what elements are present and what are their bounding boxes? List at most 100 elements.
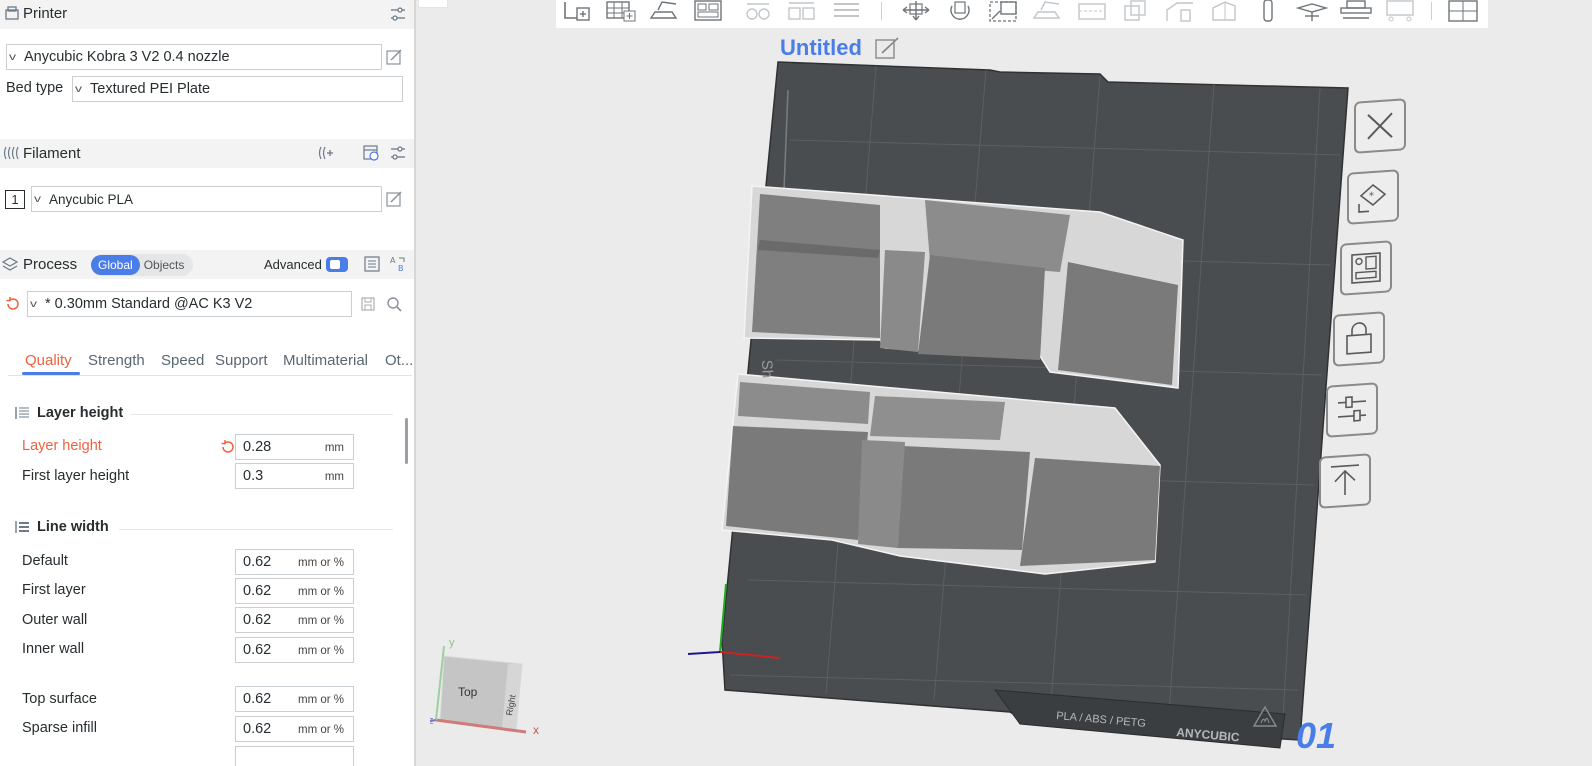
seam-paint-icon[interactable] xyxy=(1207,0,1241,22)
split-parts-icon[interactable] xyxy=(785,0,819,22)
next-row-field[interactable] xyxy=(235,746,354,766)
tab-support[interactable]: Support xyxy=(215,352,268,369)
close-icon xyxy=(1367,112,1393,140)
line-width-inner-wall-input[interactable] xyxy=(243,642,293,658)
lay-on-face-icon[interactable] xyxy=(1031,0,1065,22)
text-shape-icon[interactable] xyxy=(1251,0,1285,22)
split-objects-icon[interactable] xyxy=(741,0,775,22)
reset-value-icon[interactable] xyxy=(220,439,236,455)
tab-multimaterial[interactable]: Multimaterial xyxy=(283,352,368,369)
line-width-top-surface-field[interactable]: mm or % xyxy=(235,686,354,712)
scale-icon[interactable] xyxy=(987,0,1021,22)
scope-toggle[interactable]: Global Objects xyxy=(91,254,193,276)
support-paint-icon[interactable] xyxy=(1163,0,1197,22)
auto-orient-icon[interactable] xyxy=(648,0,682,22)
build-plate-scene[interactable]: PLA / ABS / PETG ANYCUBIC Sh xyxy=(418,28,1592,766)
layer-height-field[interactable]: mm xyxy=(235,434,354,460)
unit-label: mm or % xyxy=(298,615,344,627)
collapse-tab[interactable] xyxy=(418,0,448,8)
line-width-first-layer-field[interactable]: mm or % xyxy=(235,578,354,604)
printer-select[interactable]: v Anycubic Kobra 3 V2 0.4 nozzle xyxy=(6,44,382,70)
settings-tabs: Quality Strength Speed Support Multimate… xyxy=(0,350,414,376)
save-icon[interactable] xyxy=(360,296,376,312)
filament-select[interactable]: v Anycubic PLA xyxy=(31,186,382,212)
arrange-plate-button[interactable] xyxy=(1340,240,1392,296)
filament-section-header: Filament xyxy=(0,139,414,168)
plate-number[interactable]: 01 xyxy=(1296,715,1336,757)
navcube-top-label[interactable]: Top xyxy=(458,685,478,699)
first-layer-height-field[interactable]: mm xyxy=(235,463,354,489)
rotate-icon[interactable] xyxy=(943,0,977,22)
cut-icon[interactable] xyxy=(1075,0,1109,22)
line-width-outer-wall-label: Outer wall xyxy=(22,612,88,628)
layer-height-input[interactable] xyxy=(243,439,293,455)
plate-settings-button[interactable] xyxy=(1326,382,1378,438)
printer-settings-icon[interactable] xyxy=(389,5,407,23)
line-width-sparse-infill-field[interactable]: mm or % xyxy=(235,716,354,742)
group-layer-height: Layer height xyxy=(14,405,123,421)
assembly-icon[interactable] xyxy=(1339,0,1373,22)
multi-plate-icon[interactable] xyxy=(1446,0,1480,22)
z-axis-line xyxy=(687,651,721,655)
arrange-icon xyxy=(1351,252,1381,284)
tab-quality[interactable]: Quality xyxy=(25,352,72,369)
process-profile-select[interactable]: v * 0.30mm Standard @AC K3 V2 xyxy=(27,291,352,317)
line-width-inner-wall-field[interactable]: mm or % xyxy=(235,637,354,663)
project-title[interactable]: Untitled xyxy=(780,35,862,61)
filament-index-badge[interactable]: 1 xyxy=(5,190,25,209)
3d-viewport[interactable]: PLA / ABS / PETG ANYCUBIC Sh Top Right x… xyxy=(418,28,1592,766)
line-width-default-input[interactable] xyxy=(243,554,293,570)
line-width-default-label: Default xyxy=(22,553,68,569)
move-icon[interactable] xyxy=(899,0,933,22)
chevron-down-icon: v xyxy=(75,83,82,95)
toggle-knob xyxy=(330,260,340,269)
app-window: Printer v Anycubic Kobra 3 V2 0.4 nozzle… xyxy=(0,0,1592,766)
edit-printer-icon[interactable] xyxy=(385,48,403,66)
compare-presets-icon[interactable] xyxy=(363,255,381,273)
unit-label: mm xyxy=(324,471,344,483)
filament-title: Filament xyxy=(23,145,81,162)
search-icon[interactable] xyxy=(386,296,402,312)
arrange-icon[interactable] xyxy=(692,0,726,22)
line-width-first-layer-input[interactable] xyxy=(243,583,293,599)
auto-orient-plate-button[interactable]: * xyxy=(1347,169,1399,225)
tab-speed[interactable]: Speed xyxy=(161,352,204,369)
process-profile-value: * 0.30mm Standard @AC K3 V2 xyxy=(45,296,253,312)
tab-strength[interactable]: Strength xyxy=(88,352,145,369)
printer-section-header: Printer xyxy=(0,0,414,29)
advanced-toggle[interactable] xyxy=(326,257,348,272)
move-plate-top-button[interactable] xyxy=(1319,453,1371,509)
reset-icon[interactable] xyxy=(5,296,21,312)
measure-icon[interactable] xyxy=(1295,0,1329,22)
line-width-first-layer-label: First layer xyxy=(22,582,86,598)
chevron-down-icon: v xyxy=(34,193,41,205)
scope-objects-button[interactable]: Objects xyxy=(140,255,189,275)
edit-filament-icon[interactable] xyxy=(385,190,403,208)
line-width-top-surface-input[interactable] xyxy=(243,691,293,707)
line-width-outer-wall-field[interactable]: mm or % xyxy=(235,607,354,633)
line-width-default-field[interactable]: mm or % xyxy=(235,549,354,575)
layers-list-icon[interactable] xyxy=(829,0,863,22)
filament-settings-icon[interactable] xyxy=(389,144,407,162)
add-object-icon[interactable] xyxy=(560,0,594,22)
rename-project-icon[interactable] xyxy=(874,36,900,60)
navigation-cube[interactable]: Top Right x y z xyxy=(430,636,550,746)
lock-plate-button[interactable] xyxy=(1333,311,1385,367)
settings-scrollbar[interactable] xyxy=(405,418,408,464)
delete-plate-button[interactable] xyxy=(1354,98,1406,154)
group-title: Line width xyxy=(37,519,109,535)
first-layer-height-input[interactable] xyxy=(243,468,293,484)
process-title: Process xyxy=(23,256,78,273)
filament-sync-icon[interactable] xyxy=(362,144,380,162)
line-width-sparse-infill-input[interactable] xyxy=(243,721,293,737)
boolean-icon[interactable] xyxy=(1119,0,1153,22)
add-plate-icon[interactable] xyxy=(604,0,638,22)
line-width-outer-wall-input[interactable] xyxy=(243,612,293,628)
emboss-icon[interactable] xyxy=(1383,0,1417,22)
bed-type-select[interactable]: v Textured PEI Plate xyxy=(72,76,403,102)
add-filament-icon[interactable] xyxy=(316,144,334,162)
ab-compare-icon[interactable]: AB xyxy=(389,255,407,273)
group-line-width: Line width xyxy=(14,519,109,535)
scope-global-button[interactable]: Global xyxy=(91,255,140,275)
tab-others[interactable]: Ot... xyxy=(385,352,413,369)
